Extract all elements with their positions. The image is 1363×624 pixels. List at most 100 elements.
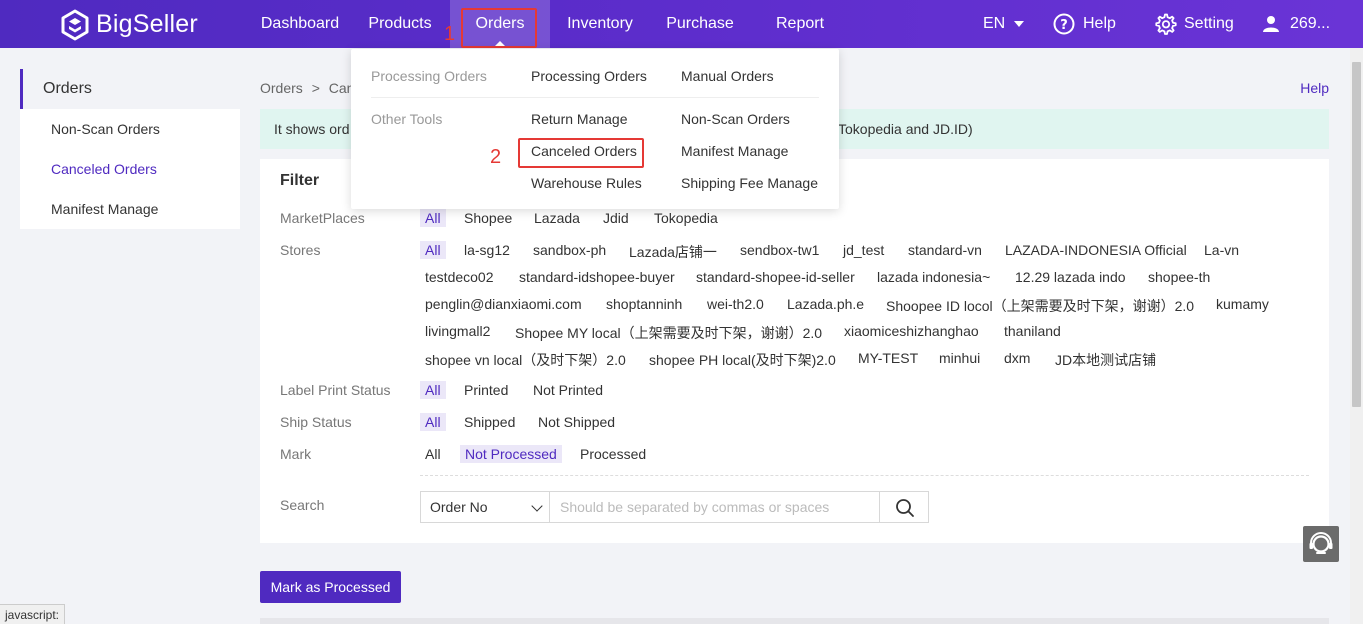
annotation-step-2: 2 <box>490 146 502 168</box>
gear-icon <box>1153 12 1177 36</box>
store-option[interactable]: MY-TEST <box>858 350 918 366</box>
sidebar-item-non-scan-orders[interactable]: Non-Scan Orders <box>20 109 240 149</box>
search-field-select[interactable]: Order No <box>420 491 550 523</box>
store-option[interactable]: lazada indonesia~ <box>877 269 990 285</box>
search-button[interactable] <box>879 491 929 523</box>
store-option[interactable]: sandbox-ph <box>533 242 606 258</box>
language-label: EN <box>983 15 1006 32</box>
store-option[interactable]: shoptanninh <box>606 296 682 312</box>
dropdown-group-other-tools: Other Tools <box>371 111 443 127</box>
store-option[interactable]: dxm <box>1004 350 1030 366</box>
store-option[interactable]: Lazada.ph.e <box>787 296 864 312</box>
mark-option[interactable]: Processed <box>580 446 646 462</box>
mark-option[interactable]: All <box>425 446 441 462</box>
store-option[interactable]: Shopee MY local（上架需要及时下架，谢谢）2.0 <box>515 323 822 343</box>
marketplace-option[interactable]: Lazada <box>534 210 580 226</box>
page-help-link[interactable]: Help <box>1300 80 1329 96</box>
menu-item-manual-orders[interactable]: Manual Orders <box>681 68 774 84</box>
scrollbar-thumb[interactable] <box>1352 62 1361 407</box>
filter-divider <box>420 475 1309 476</box>
menu-item-manifest-manage[interactable]: Manifest Manage <box>681 143 788 159</box>
nav-purchase[interactable]: Purchase <box>650 0 750 48</box>
store-option[interactable]: 12.29 lazada indo <box>1015 269 1126 285</box>
chevron-down-icon <box>531 500 543 512</box>
search-icon <box>895 498 915 518</box>
store-option[interactable]: thaniland <box>1004 323 1061 339</box>
nav-products[interactable]: Products <box>354 0 446 48</box>
page-scrollbar[interactable] <box>1350 48 1363 624</box>
ship-status-option[interactable]: Not Shipped <box>538 414 615 430</box>
store-option[interactable]: jd_test <box>843 242 884 258</box>
store-option[interactable]: xiaomiceshizhanghao <box>844 323 979 339</box>
sidebar-header: Orders <box>20 69 240 109</box>
store-option[interactable]: minhui <box>939 350 980 366</box>
store-option[interactable]: LAZADA-INDONESIA Official <box>1005 242 1187 258</box>
marketplace-option[interactable]: Jdid <box>603 210 629 226</box>
label-print-option[interactable]: Printed <box>464 382 508 398</box>
orders-dropdown-menu: Processing Orders Processing Orders Manu… <box>351 49 839 209</box>
store-option[interactable]: penglin@dianxiaomi.com <box>425 296 582 312</box>
store-option[interactable]: shopee PH local(及时下架)2.0 <box>649 350 836 370</box>
language-selector[interactable]: EN <box>983 0 1025 48</box>
menu-item-shipping-fee-manage[interactable]: Shipping Fee Manage <box>681 175 818 191</box>
store-option[interactable]: standard-shopee-id-seller <box>696 269 855 285</box>
setting-label: Setting <box>1184 15 1234 32</box>
mark-label: Mark <box>280 446 312 462</box>
ship-status-option[interactable]: Shipped <box>464 414 515 430</box>
svg-text:?: ? <box>1060 18 1068 33</box>
store-option[interactable]: Lazada店铺一 <box>629 242 717 262</box>
user-name: 269... <box>1290 15 1331 32</box>
marketplaces-label: MarketPlaces <box>280 210 365 226</box>
marketplace-option[interactable]: Tokopedia <box>654 210 718 226</box>
mark-option[interactable]: Not Processed <box>460 445 562 463</box>
ship-status-option[interactable]: All <box>420 413 446 431</box>
sidebar: Orders Non-Scan Orders Canceled Orders M… <box>20 69 240 229</box>
menu-item-return-manage[interactable]: Return Manage <box>531 111 628 127</box>
sidebar-item-manifest-manage[interactable]: Manifest Manage <box>20 189 240 229</box>
setting-menu[interactable]: Setting <box>1153 0 1234 48</box>
store-option[interactable]: Shoopee ID locol（上架需要及时下架，谢谢）2.0 <box>886 296 1194 316</box>
notice-text-tail: Tokopedia and JD.ID) <box>838 121 973 137</box>
help-menu[interactable]: ? Help <box>1053 0 1116 48</box>
menu-item-processing-orders[interactable]: Processing Orders <box>531 68 647 84</box>
sidebar-item-canceled-orders[interactable]: Canceled Orders <box>20 149 240 189</box>
menu-item-warehouse-rules[interactable]: Warehouse Rules <box>531 175 642 191</box>
nav-dashboard[interactable]: Dashboard <box>246 0 354 48</box>
store-option[interactable]: la-sg12 <box>464 242 510 258</box>
search-input[interactable] <box>549 491 880 523</box>
store-option[interactable]: standard-idshopee-buyer <box>519 269 675 285</box>
brand-logo[interactable]: BigSeller <box>60 8 198 41</box>
nav-report[interactable]: Report <box>750 0 850 48</box>
store-option[interactable]: La-vn <box>1204 242 1239 258</box>
store-option[interactable]: shopee-th <box>1148 269 1210 285</box>
user-icon <box>1262 15 1280 33</box>
label-print-option[interactable]: All <box>420 381 446 399</box>
user-menu[interactable]: 269... <box>1262 0 1330 48</box>
notice-text-lead: It shows ord <box>274 121 350 137</box>
store-option[interactable]: shopee vn local（及时下架）2.0 <box>425 350 626 370</box>
annotation-box-canceled-orders <box>518 138 644 168</box>
search-label: Search <box>280 497 325 513</box>
help-circle-icon: ? <box>1053 13 1075 35</box>
marketplace-option[interactable]: Shopee <box>464 210 512 226</box>
store-option[interactable]: standard-vn <box>908 242 982 258</box>
label-print-option[interactable]: Not Printed <box>533 382 603 398</box>
mark-as-processed-button[interactable]: Mark as Processed <box>260 571 401 603</box>
store-option[interactable]: livingmall2 <box>425 323 490 339</box>
chevron-down-icon <box>1014 21 1025 27</box>
breadcrumb-root[interactable]: Orders <box>260 80 303 96</box>
store-option[interactable]: sendbox-tw1 <box>740 242 819 258</box>
store-option[interactable]: All <box>420 241 446 259</box>
customer-service-button[interactable] <box>1303 526 1339 562</box>
marketplace-option[interactable]: All <box>420 209 446 227</box>
store-option[interactable]: kumamy <box>1216 296 1269 312</box>
menu-item-non-scan-orders[interactable]: Non-Scan Orders <box>681 111 790 127</box>
help-label: Help <box>1083 15 1116 32</box>
store-option[interactable]: testdeco02 <box>425 269 494 285</box>
ship-status-label: Ship Status <box>280 414 352 430</box>
table-header-edge <box>260 618 1329 624</box>
store-option[interactable]: wei-th2.0 <box>707 296 764 312</box>
nav-inventory[interactable]: Inventory <box>550 0 650 48</box>
dropdown-group-processing: Processing Orders <box>371 68 487 84</box>
store-option[interactable]: JD本地测试店铺 <box>1055 350 1156 370</box>
